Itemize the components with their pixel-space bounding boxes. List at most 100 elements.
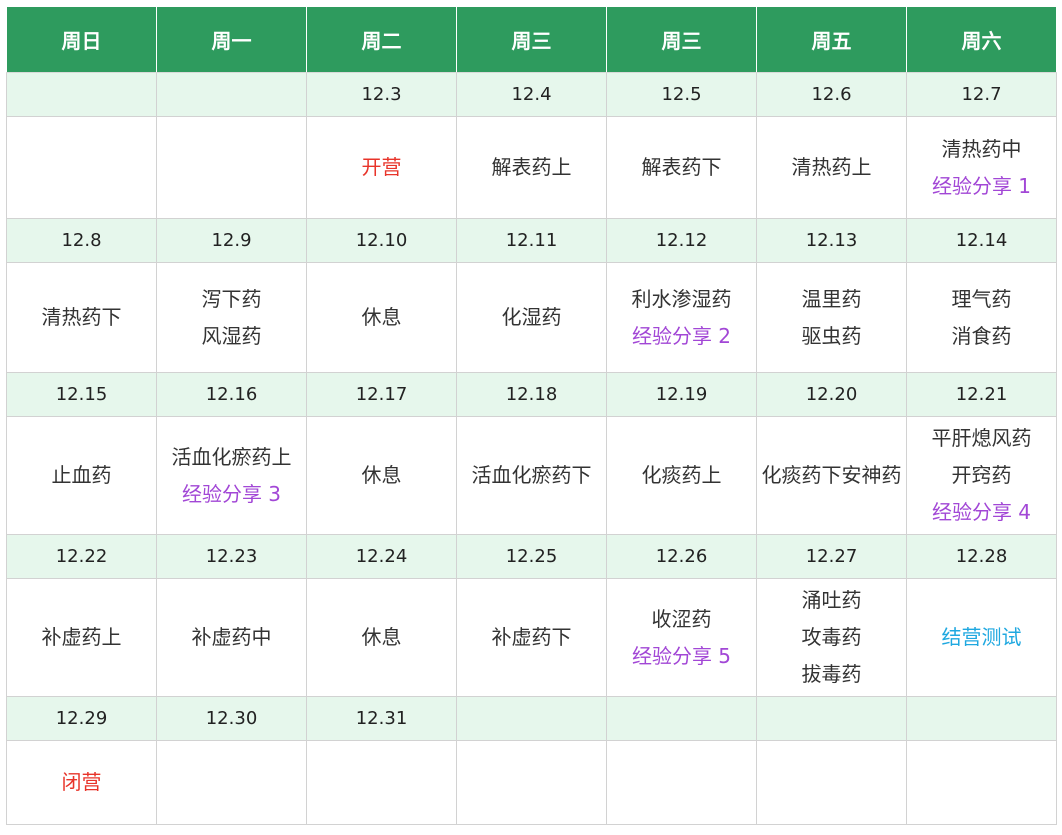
activity-cell: 清热药上 — [756, 116, 907, 219]
activity-cell: 理气药 消食药 — [906, 262, 1057, 373]
lesson-label: 风湿药 — [201, 323, 262, 348]
weekday-header-wed: 周三 — [456, 6, 607, 73]
activity-cell: 休息 — [306, 578, 457, 697]
lesson-label: 消食药 — [951, 323, 1012, 348]
date-cell — [6, 72, 157, 117]
activity-cell: 泻下药 风湿药 — [156, 262, 307, 373]
lesson-label: 补虚药下 — [491, 625, 572, 649]
activity-cell: 解表药上 — [456, 116, 607, 219]
date-cell: 12.21 — [906, 372, 1057, 417]
date-cell — [906, 696, 1057, 741]
event-label: 结营测试 — [941, 625, 1022, 649]
activity-cell: 化湿药 — [456, 262, 607, 373]
date-cell: 12.6 — [756, 72, 907, 117]
date-cell: 12.15 — [6, 372, 157, 417]
date-cell: 12.28 — [906, 534, 1057, 579]
activity-row: 闭营 — [6, 740, 1057, 825]
lesson-label: 补虚药上 — [41, 625, 122, 649]
experience-share-label: 经验分享 4 — [931, 500, 1032, 524]
date-cell: 12.9 — [156, 218, 307, 263]
activity-cell: 止血药 — [6, 416, 157, 535]
date-cell — [606, 696, 757, 741]
date-cell: 12.20 — [756, 372, 907, 417]
date-cell: 12.26 — [606, 534, 757, 579]
date-cell: 12.30 — [156, 696, 307, 741]
date-cell: 12.4 — [456, 72, 607, 117]
activity-row: 开营 解表药上 解表药下 清热药上 清热药中 经验分享 1 — [6, 116, 1057, 219]
lesson-label: 解表药下 — [641, 155, 722, 179]
activity-cell: 闭营 — [6, 740, 157, 825]
experience-share-label: 经验分享 3 — [181, 481, 282, 506]
activity-cell: 清热药下 — [6, 262, 157, 373]
date-cell: 12.14 — [906, 218, 1057, 263]
activity-cell: 温里药 驱虫药 — [756, 262, 907, 373]
date-cell — [156, 72, 307, 117]
experience-share-label: 经验分享 1 — [931, 173, 1032, 198]
activity-row: 止血药 活血化瘀药上 经验分享 3 休息 活血化瘀药下 化痰药上 化痰药下安神药 平肝熄风药开… — [6, 416, 1057, 535]
activity-cell — [906, 740, 1057, 825]
weekday-header-wed2: 周三 — [606, 6, 757, 73]
activity-cell: 结营测试 — [906, 578, 1057, 697]
activity-cell: 活血化瘀药上 经验分享 3 — [156, 416, 307, 535]
lesson-label: 平肝熄风药 — [931, 426, 1032, 450]
activity-cell: 补虚药上 — [6, 578, 157, 697]
activity-cell: 利水渗湿药经验分享 2 — [606, 262, 757, 373]
date-cell: 12.24 — [306, 534, 457, 579]
activity-cell: 涌吐药 攻毒药 拔毒药 — [756, 578, 907, 697]
experience-share-label: 经验分享 2 — [631, 323, 732, 348]
activity-cell: 平肝熄风药 开窍药 经验分享 4 — [906, 416, 1057, 535]
date-cell: 12.7 — [906, 72, 1057, 117]
lesson-label: 休息 — [361, 463, 402, 487]
date-cell: 12.19 — [606, 372, 757, 417]
lesson-label: 收涩药 — [651, 606, 712, 631]
date-cell — [456, 696, 607, 741]
lesson-label: 驱虫药 — [801, 323, 862, 348]
activity-cell: 休息 — [306, 262, 457, 373]
date-cell: 12.3 — [306, 72, 457, 117]
activity-cell: 清热药中 经验分享 1 — [906, 116, 1057, 219]
activity-cell: 活血化瘀药下 — [456, 416, 607, 535]
lesson-label: 止血药 — [51, 463, 112, 487]
date-cell: 12.27 — [756, 534, 907, 579]
lesson-label: 解表药上 — [491, 155, 572, 179]
activity-cell: 休息 — [306, 416, 457, 535]
activity-cell: 开营 — [306, 116, 457, 219]
activity-cell — [156, 116, 307, 219]
lesson-label: 化痰药下安神药 — [761, 463, 902, 487]
lesson-label: 活血化瘀药下 — [471, 463, 592, 487]
date-row: 12.15 12.16 12.17 12.18 12.19 12.20 12.21 — [6, 372, 1057, 417]
lesson-label: 攻毒药 — [801, 625, 862, 649]
weekday-header-sat: 周六 — [906, 6, 1057, 73]
weekday-header-sun: 周日 — [6, 6, 157, 73]
activity-cell: 收涩药经验分享 5 — [606, 578, 757, 697]
activity-cell — [306, 740, 457, 825]
activity-cell: 化痰药上 — [606, 416, 757, 535]
activity-cell: 补虚药中 — [156, 578, 307, 697]
lesson-label: 活血化瘀药上 — [171, 444, 292, 469]
date-cell: 12.10 — [306, 218, 457, 263]
activity-cell — [756, 740, 907, 825]
date-cell: 12.17 — [306, 372, 457, 417]
date-row: 12.29 12.30 12.31 — [6, 696, 1057, 741]
activity-cell — [6, 116, 157, 219]
lesson-label: 化痰药上 — [641, 463, 722, 487]
experience-share-label: 经验分享 5 — [631, 643, 732, 668]
weekday-header-fri: 周五 — [756, 6, 907, 73]
activity-row: 补虚药上 补虚药中 休息 补虚药下 收涩药 经验分享 5 涌吐药 攻毒药 拔毒药 结营测试 — [6, 578, 1057, 697]
lesson-label: 补虚药中 — [191, 625, 272, 649]
date-cell: 12.31 — [306, 696, 457, 741]
lesson-label: 休息 — [361, 305, 402, 329]
lesson-label: 利水渗湿药 — [631, 286, 732, 311]
activity-row: 清热药下 泻下药 风湿药 休息 化湿药 利水渗湿药 经验分享 2 温里药 驱虫药 理气药 消食药 — [6, 262, 1057, 373]
activity-cell — [156, 740, 307, 825]
lesson-label: 涌吐药 — [801, 588, 862, 612]
event-label: 开营 — [361, 155, 402, 179]
date-cell: 12.29 — [6, 696, 157, 741]
activity-cell: 化痰药下安神药 — [756, 416, 907, 535]
lesson-label: 清热药下 — [41, 305, 122, 329]
activity-cell — [606, 740, 757, 825]
lesson-label: 泻下药 — [201, 286, 262, 311]
event-label: 闭营 — [61, 770, 102, 794]
activity-cell — [456, 740, 607, 825]
date-cell: 12.8 — [6, 218, 157, 263]
